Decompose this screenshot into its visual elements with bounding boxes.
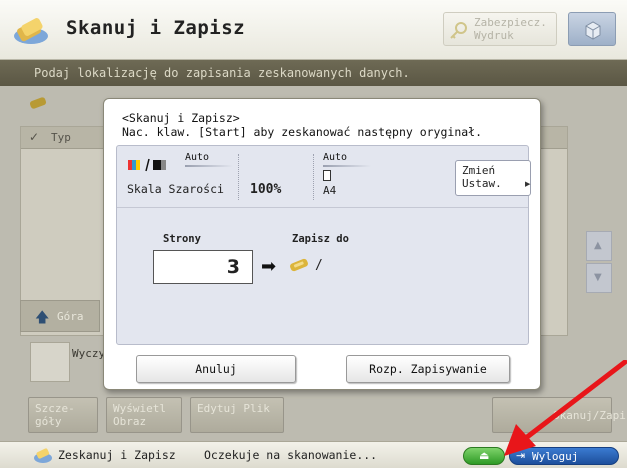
edit-file-button[interactable]: Edytuj Plik [190, 397, 284, 433]
eject-icon: ⏏ [479, 449, 490, 462]
divider [313, 154, 314, 200]
start-saving-button-label: Rozp. Zapisywanie [369, 362, 487, 376]
settings-panel: Auto Skala Szarości 100% Auto A4 Zmień U… [116, 145, 531, 345]
scroll-up-button[interactable]: ▲ [586, 231, 612, 261]
up-button-label: Góra [57, 310, 84, 323]
details-button-label: Szcze-góły [35, 402, 75, 428]
divider [238, 154, 239, 200]
paper-icon [323, 170, 331, 181]
change-settings-label: Zmień Ustaw. [462, 164, 502, 190]
pages-counter: 3 [153, 250, 253, 284]
memory-media-icon [29, 97, 47, 109]
scan-save-button-label: Skanuj/Zapisz [553, 409, 627, 422]
status-message: Oczekuje na skanowanie... [204, 448, 378, 462]
color-auto-label: Auto [185, 152, 234, 167]
settings-summary: Auto Skala Szarości 100% Auto A4 Zmień U… [117, 146, 531, 208]
pages-value: 3 [226, 256, 240, 278]
scan-save-button[interactable]: Skanuj/Zapisz [492, 397, 627, 433]
instruction-bar: Podaj lokalizację do zapisania zeskanowa… [0, 60, 627, 86]
box-button[interactable] [568, 12, 616, 46]
save-to-label: Zapisz do [292, 233, 349, 245]
scale-value: 100% [250, 182, 282, 197]
paper-size-value: A4 [323, 184, 337, 197]
paper-auto-label: Auto [323, 152, 372, 167]
logout-button[interactable]: ⇥ Wyloguj [509, 447, 619, 465]
logout-label: Wyloguj [532, 450, 579, 463]
header: Skanuj i Zapisz Zabezpiecz. Wydruk [0, 0, 627, 60]
scan-and-store-icon [34, 448, 52, 463]
memory-media-icon [290, 258, 308, 272]
dialog-message-text: Nac. klaw. [Start] aby zeskanować następ… [122, 125, 483, 139]
dialog-message: <Skanuj i Zapisz> Nac. klaw. [Start] aby… [122, 111, 482, 139]
triangle-up-icon: ▲ [594, 240, 602, 251]
details-button[interactable]: Szcze-góły [28, 397, 98, 433]
dialog-message-title: <Skanuj i Zapisz> [122, 111, 240, 125]
cancel-button-label: Anuluj [195, 362, 237, 376]
secure-print-button[interactable]: Zabezpiecz. Wydruk [443, 12, 557, 46]
color-mode-icon [128, 158, 166, 172]
scan-dialog: <Skanuj i Zapisz> Nac. klaw. [Start] aby… [103, 98, 541, 390]
edit-file-button-label: Edytuj Plik [197, 402, 270, 415]
eject-media-button[interactable]: ⏏ [463, 447, 505, 465]
display-image-button-label: Wyświetl Obraz [113, 402, 166, 428]
save-path: / [315, 258, 323, 273]
logout-icon: ⇥ [516, 449, 526, 462]
status-app-name: Zeskanuj i Zapisz [58, 448, 176, 462]
clear-selection-checkbox[interactable] [30, 342, 70, 382]
triangle-down-icon: ▼ [594, 272, 602, 283]
up-button[interactable]: 🡅 Góra [20, 300, 100, 332]
secure-print-label: Zabezpiecz. Wydruk [474, 16, 547, 42]
color-mode-value: Skala Szarości [127, 182, 224, 196]
status-bar: Zeskanuj i Zapisz Oczekuje na skanowanie… [0, 441, 627, 468]
type-column-header[interactable]: Typ [51, 131, 71, 144]
display-image-button[interactable]: Wyświetl Obraz [106, 397, 182, 433]
cancel-button[interactable]: Anuluj [136, 355, 296, 383]
up-arrow-icon: 🡅 [35, 310, 50, 326]
page-title: Skanuj i Zapisz [66, 17, 246, 39]
lock-key-icon [450, 22, 467, 39]
pages-label: Strony [163, 233, 201, 245]
instruction-text: Podaj lokalizację do zapisania zeskanowa… [34, 66, 410, 80]
scan-and-store-icon [14, 18, 48, 44]
box-icon [585, 21, 601, 40]
triangle-right-icon: ▶ [525, 180, 531, 188]
change-settings-button[interactable]: Zmień Ustaw. ▶ [455, 160, 531, 196]
check-icon: ✓ [29, 130, 40, 144]
start-saving-button[interactable]: Rozp. Zapisywanie [346, 355, 510, 383]
arrow-right-icon: ➡ [261, 256, 277, 277]
scroll-down-button[interactable]: ▼ [586, 263, 612, 293]
